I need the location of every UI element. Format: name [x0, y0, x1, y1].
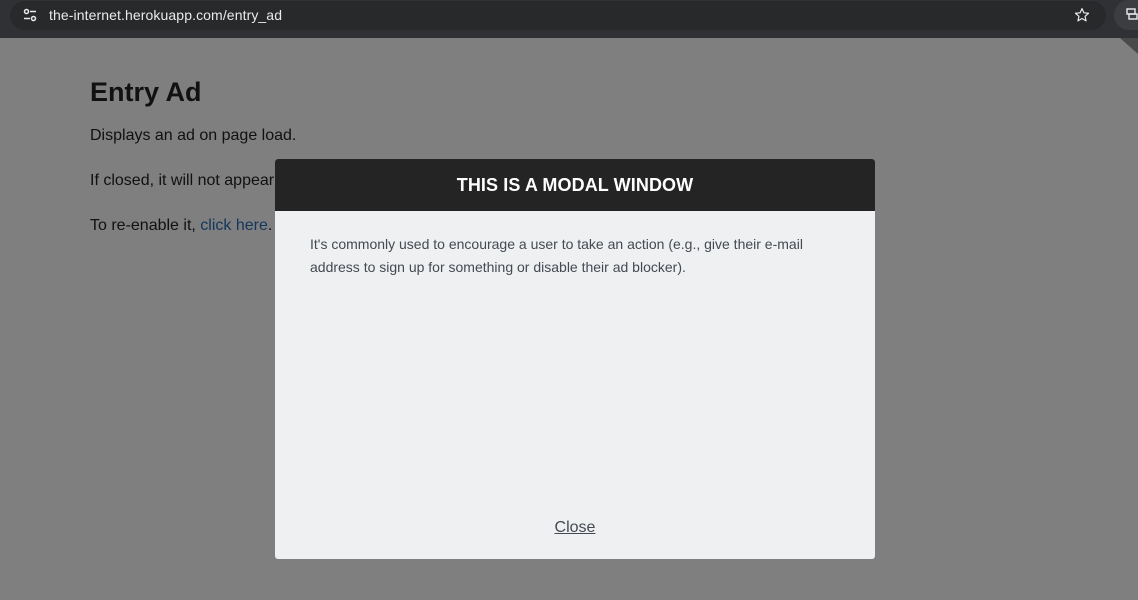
tune-icon[interactable] — [22, 7, 38, 23]
modal-header: THIS IS A MODAL WINDOW — [275, 159, 875, 211]
modal-body-text: It's commonly used to encourage a user t… — [310, 236, 803, 275]
url-text[interactable]: the-internet.herokuapp.com/entry_ad — [49, 7, 282, 23]
modal-title: THIS IS A MODAL WINDOW — [456, 174, 694, 195]
extension-button[interactable] — [1114, 0, 1138, 30]
browser-toolbar: the-internet.herokuapp.com/entry_ad — [0, 0, 1138, 38]
star-icon[interactable] — [1073, 6, 1091, 24]
address-bar[interactable]: the-internet.herokuapp.com/entry_ad — [10, 1, 1106, 30]
modal-body: It's commonly used to encourage a user t… — [275, 211, 875, 279]
extension-icon — [1126, 8, 1138, 20]
page-viewport: Entry Ad Displays an ad on page load. If… — [0, 38, 1138, 600]
modal-window: THIS IS A MODAL WINDOW It's commonly use… — [275, 159, 875, 559]
close-button[interactable]: Close — [555, 519, 596, 536]
corner-fold — [1120, 38, 1138, 54]
modal-footer: Close — [275, 519, 875, 537]
